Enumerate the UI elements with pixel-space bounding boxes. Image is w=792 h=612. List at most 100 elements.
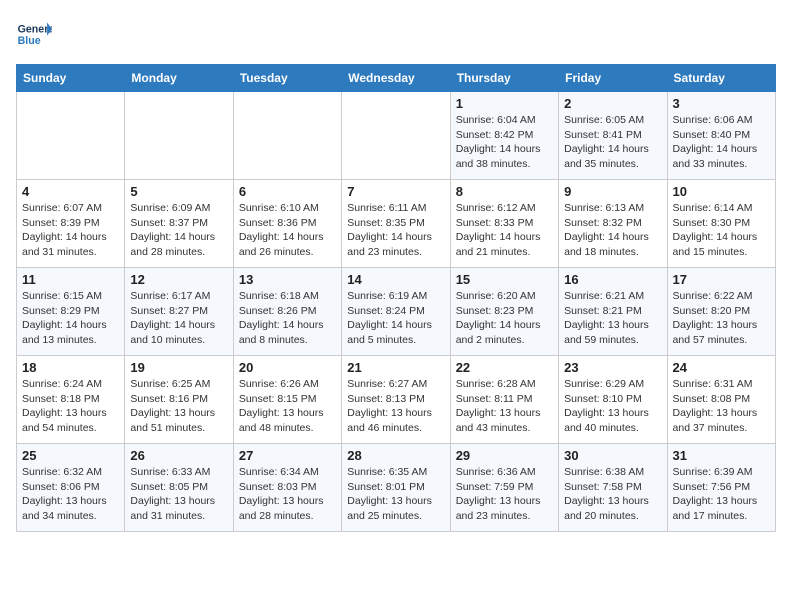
day-number: 28 [347,448,444,463]
calendar-cell: 23 Sunrise: 6:29 AM Sunset: 8:10 PM Dayli… [559,356,667,444]
day-number: 6 [239,184,336,199]
col-header-thursday: Thursday [450,65,558,92]
day-info: Sunrise: 6:19 AM Sunset: 8:24 PM Dayligh… [347,289,444,348]
day-info: Sunrise: 6:33 AM Sunset: 8:05 PM Dayligh… [130,465,227,524]
calendar-cell: 6 Sunrise: 6:10 AM Sunset: 8:36 PM Daylig… [233,180,341,268]
day-number: 22 [456,360,553,375]
day-number: 14 [347,272,444,287]
day-info: Sunrise: 6:14 AM Sunset: 8:30 PM Dayligh… [673,201,770,260]
calendar-cell [17,92,125,180]
day-number: 10 [673,184,770,199]
day-number: 29 [456,448,553,463]
calendar-cell: 4 Sunrise: 6:07 AM Sunset: 8:39 PM Daylig… [17,180,125,268]
calendar-week-row: 25 Sunrise: 6:32 AM Sunset: 8:06 PM Dayli… [17,444,776,532]
day-info: Sunrise: 6:13 AM Sunset: 8:32 PM Dayligh… [564,201,661,260]
day-number: 17 [673,272,770,287]
day-info: Sunrise: 6:32 AM Sunset: 8:06 PM Dayligh… [22,465,119,524]
day-number: 27 [239,448,336,463]
svg-text:General: General [18,23,52,35]
col-header-monday: Monday [125,65,233,92]
day-info: Sunrise: 6:07 AM Sunset: 8:39 PM Dayligh… [22,201,119,260]
calendar-cell: 18 Sunrise: 6:24 AM Sunset: 8:18 PM Dayli… [17,356,125,444]
day-info: Sunrise: 6:38 AM Sunset: 7:58 PM Dayligh… [564,465,661,524]
day-info: Sunrise: 6:21 AM Sunset: 8:21 PM Dayligh… [564,289,661,348]
calendar-cell: 14 Sunrise: 6:19 AM Sunset: 8:24 PM Dayli… [342,268,450,356]
col-header-friday: Friday [559,65,667,92]
calendar-cell: 20 Sunrise: 6:26 AM Sunset: 8:15 PM Dayli… [233,356,341,444]
day-info: Sunrise: 6:27 AM Sunset: 8:13 PM Dayligh… [347,377,444,436]
day-number: 21 [347,360,444,375]
day-number: 24 [673,360,770,375]
day-number: 8 [456,184,553,199]
calendar-cell: 16 Sunrise: 6:21 AM Sunset: 8:21 PM Dayli… [559,268,667,356]
col-header-tuesday: Tuesday [233,65,341,92]
logo: General Blue [16,16,52,52]
day-info: Sunrise: 6:05 AM Sunset: 8:41 PM Dayligh… [564,113,661,172]
day-info: Sunrise: 6:04 AM Sunset: 8:42 PM Dayligh… [456,113,553,172]
calendar-cell: 27Sunrise: 6:34 AM Sunset: 8:03 PM Dayli… [233,444,341,532]
calendar-cell: 2 Sunrise: 6:05 AM Sunset: 8:41 PM Daylig… [559,92,667,180]
calendar-cell: 19Sunrise: 6:25 AM Sunset: 8:16 PM Dayli… [125,356,233,444]
day-info: Sunrise: 6:12 AM Sunset: 8:33 PM Dayligh… [456,201,553,260]
day-info: Sunrise: 6:09 AM Sunset: 8:37 PM Dayligh… [130,201,227,260]
day-info: Sunrise: 6:36 AM Sunset: 7:59 PM Dayligh… [456,465,553,524]
day-number: 30 [564,448,661,463]
col-header-wednesday: Wednesday [342,65,450,92]
calendar-cell: 25 Sunrise: 6:32 AM Sunset: 8:06 PM Dayli… [17,444,125,532]
day-info: Sunrise: 6:35 AM Sunset: 8:01 PM Dayligh… [347,465,444,524]
day-number: 3 [673,96,770,111]
day-number: 12 [130,272,227,287]
day-info: Sunrise: 6:26 AM Sunset: 8:15 PM Dayligh… [239,377,336,436]
calendar-cell [125,92,233,180]
day-number: 2 [564,96,661,111]
calendar-cell: 26 Sunrise: 6:33 AM Sunset: 8:05 PM Dayli… [125,444,233,532]
day-number: 31 [673,448,770,463]
day-info: Sunrise: 6:24 AM Sunset: 8:18 PM Dayligh… [22,377,119,436]
calendar-cell [342,92,450,180]
day-number: 4 [22,184,119,199]
col-header-sunday: Sunday [17,65,125,92]
calendar-cell: 5 Sunrise: 6:09 AM Sunset: 8:37 PM Daylig… [125,180,233,268]
day-info: Sunrise: 6:31 AM Sunset: 8:08 PM Dayligh… [673,377,770,436]
day-info: Sunrise: 6:11 AM Sunset: 8:35 PM Dayligh… [347,201,444,260]
day-number: 1 [456,96,553,111]
day-number: 25 [22,448,119,463]
calendar-cell: 21 Sunrise: 6:27 AM Sunset: 8:13 PM Dayli… [342,356,450,444]
day-number: 7 [347,184,444,199]
day-number: 18 [22,360,119,375]
day-number: 9 [564,184,661,199]
calendar-cell: 9 Sunrise: 6:13 AM Sunset: 8:32 PM Daylig… [559,180,667,268]
day-info: Sunrise: 6:39 AM Sunset: 7:56 PM Dayligh… [673,465,770,524]
day-number: 16 [564,272,661,287]
calendar-cell: 15Sunrise: 6:20 AM Sunset: 8:23 PM Dayli… [450,268,558,356]
day-info: Sunrise: 6:28 AM Sunset: 8:11 PM Dayligh… [456,377,553,436]
col-header-saturday: Saturday [667,65,775,92]
calendar-week-row: 1 Sunrise: 6:04 AM Sunset: 8:42 PM Daylig… [17,92,776,180]
calendar-cell: 11 Sunrise: 6:15 AM Sunset: 8:29 PM Dayli… [17,268,125,356]
day-number: 26 [130,448,227,463]
day-number: 23 [564,360,661,375]
day-number: 20 [239,360,336,375]
day-info: Sunrise: 6:25 AM Sunset: 8:16 PM Dayligh… [130,377,227,436]
calendar-cell: 22 Sunrise: 6:28 AM Sunset: 8:11 PM Dayli… [450,356,558,444]
calendar-cell [233,92,341,180]
day-number: 5 [130,184,227,199]
day-info: Sunrise: 6:18 AM Sunset: 8:26 PM Dayligh… [239,289,336,348]
calendar-week-row: 18 Sunrise: 6:24 AM Sunset: 8:18 PM Dayli… [17,356,776,444]
day-info: Sunrise: 6:10 AM Sunset: 8:36 PM Dayligh… [239,201,336,260]
day-info: Sunrise: 6:15 AM Sunset: 8:29 PM Dayligh… [22,289,119,348]
calendar-cell: 30 Sunrise: 6:38 AM Sunset: 7:58 PM Dayli… [559,444,667,532]
day-info: Sunrise: 6:29 AM Sunset: 8:10 PM Dayligh… [564,377,661,436]
calendar-week-row: 4 Sunrise: 6:07 AM Sunset: 8:39 PM Daylig… [17,180,776,268]
calendar-cell: 1 Sunrise: 6:04 AM Sunset: 8:42 PM Daylig… [450,92,558,180]
day-number: 15 [456,272,553,287]
calendar-cell: 29 Sunrise: 6:36 AM Sunset: 7:59 PM Dayli… [450,444,558,532]
calendar-cell: 31 Sunrise: 6:39 AM Sunset: 7:56 PM Dayli… [667,444,775,532]
calendar-cell: 24 Sunrise: 6:31 AM Sunset: 8:08 PM Dayli… [667,356,775,444]
calendar-table: SundayMondayTuesdayWednesdayThursdayFrid… [16,64,776,532]
day-number: 13 [239,272,336,287]
calendar-cell: 13 Sunrise: 6:18 AM Sunset: 8:26 PM Dayli… [233,268,341,356]
day-info: Sunrise: 6:06 AM Sunset: 8:40 PM Dayligh… [673,113,770,172]
calendar-cell: 10 Sunrise: 6:14 AM Sunset: 8:30 PM Dayli… [667,180,775,268]
day-number: 11 [22,272,119,287]
